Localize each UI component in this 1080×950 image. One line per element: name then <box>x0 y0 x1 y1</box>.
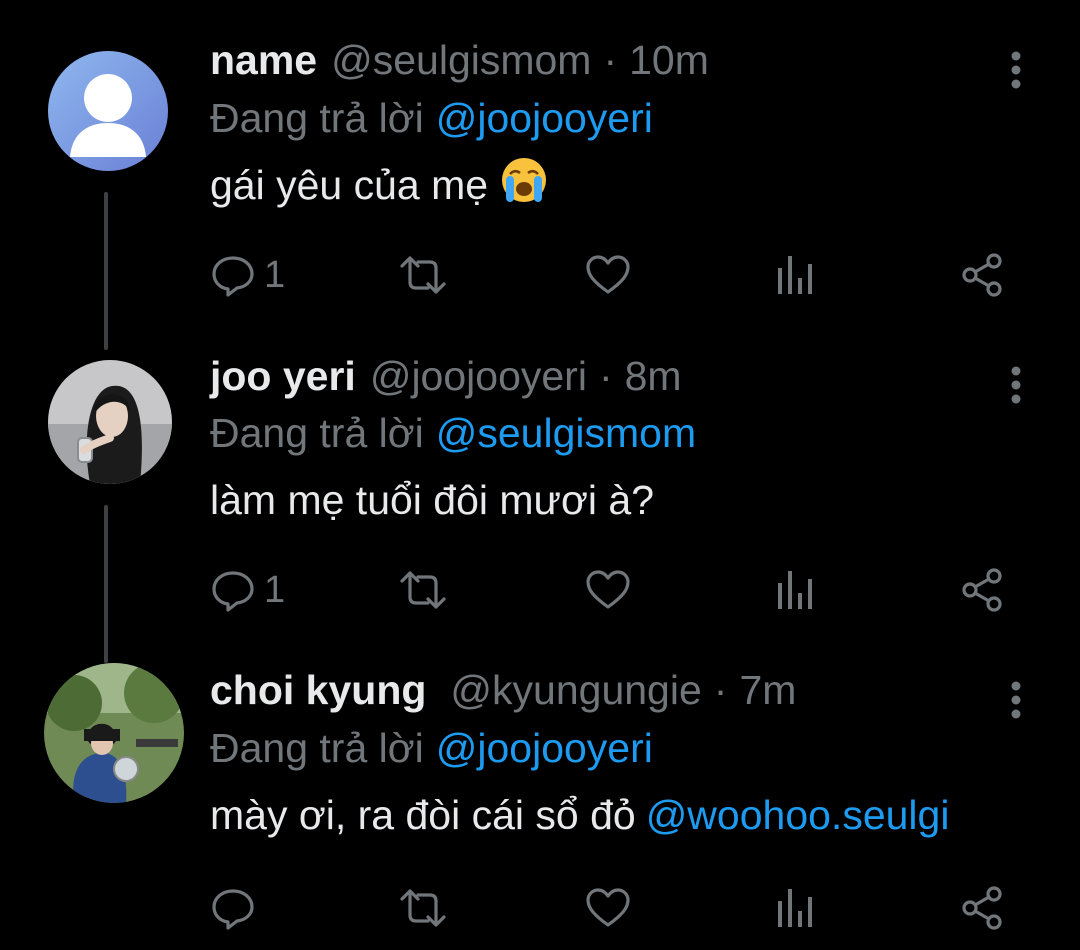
separator: · <box>598 352 613 399</box>
analytics-icon <box>778 256 812 294</box>
more-options-button[interactable] <box>996 48 1036 92</box>
tweet-text: mày ơi, ra đòi cái sổ đỏ @woohoo.seulgi <box>210 785 949 845</box>
retweet-button[interactable] <box>398 245 448 305</box>
timestamp[interactable]: 7m <box>739 667 796 714</box>
tweet-actions: 1 <box>210 560 1040 620</box>
more-options-button[interactable] <box>996 363 1036 407</box>
share-icon <box>962 568 1002 612</box>
user-handle[interactable]: @seulgismom <box>331 37 591 84</box>
more-icon <box>1011 51 1021 89</box>
share-button[interactable] <box>960 560 1006 620</box>
reply-icon <box>212 571 254 612</box>
tweet-text: gái yêu của mẹ <box>210 155 548 215</box>
avatar[interactable] <box>44 663 184 803</box>
loudly-crying-face-icon <box>500 156 548 214</box>
reply-to-mention[interactable]: @joojooyeri <box>436 95 653 142</box>
retweet-button[interactable] <box>398 878 448 938</box>
tweet-actions <box>210 878 1040 938</box>
display-name[interactable]: joo yeri <box>210 353 356 400</box>
tweet-text: làm mẹ tuổi đôi mươi à? <box>210 470 654 530</box>
reply-count: 1 <box>264 253 286 296</box>
analytics-icon <box>778 889 812 927</box>
retweet-icon <box>400 571 446 609</box>
tweet[interactable]: joo yeri @joojooyeri · 8m Đang trả lời @… <box>0 345 1080 645</box>
replying-to: Đang trả lời @joojooyeri <box>210 718 653 778</box>
share-icon <box>962 253 1002 297</box>
replying-to-label: Đang trả lời <box>210 94 424 141</box>
display-name[interactable]: choi kyung <box>210 667 426 714</box>
reply-to-mention[interactable]: @joojooyeri <box>436 725 653 772</box>
avatar[interactable] <box>48 51 168 171</box>
text-mention[interactable]: @woohoo.seulgi <box>646 792 950 839</box>
reply-icon <box>212 256 254 297</box>
reply-count: 1 <box>264 568 286 611</box>
analytics-button[interactable] <box>776 878 816 938</box>
replying-to-label: Đang trả lời <box>210 724 424 771</box>
like-button[interactable] <box>584 878 632 938</box>
display-name[interactable]: name <box>210 37 317 84</box>
share-button[interactable] <box>960 245 1006 305</box>
reply-button[interactable]: 1 <box>210 560 285 620</box>
like-icon <box>586 255 630 294</box>
tweet-header: joo yeri @joojooyeri · 8m <box>210 346 682 406</box>
default-avatar-icon <box>48 51 168 171</box>
tweet-header: choi kyung @kyungungie · 7m <box>210 660 796 720</box>
timestamp[interactable]: 8m <box>625 353 682 400</box>
user-handle[interactable]: @joojooyeri <box>370 353 587 400</box>
reply-button[interactable]: 1 <box>210 245 285 305</box>
tweet-header: name @seulgismom · 10m <box>210 30 709 90</box>
tweet-actions: 1 <box>210 245 1040 305</box>
more-icon <box>1011 681 1021 719</box>
user-photo-icon <box>48 360 172 484</box>
user-handle[interactable]: @kyungungie <box>450 667 701 714</box>
analytics-icon <box>778 571 812 609</box>
tweet-text-content: gái yêu của mẹ <box>210 161 489 208</box>
analytics-button[interactable] <box>776 245 816 305</box>
like-button[interactable] <box>584 245 632 305</box>
timestamp[interactable]: 10m <box>629 37 709 84</box>
separator: · <box>603 36 618 83</box>
share-icon <box>962 886 1002 930</box>
separator: · <box>713 666 728 713</box>
like-icon <box>586 570 630 609</box>
reply-button[interactable] <box>210 878 264 938</box>
tweet-text-content: làm mẹ tuổi đôi mươi à? <box>210 476 654 523</box>
tweet[interactable]: choi kyung @kyungungie · 7m Đang trả lời… <box>0 660 1080 950</box>
replying-to: Đang trả lời @seulgismom <box>210 403 696 463</box>
avatar[interactable] <box>48 360 172 484</box>
retweet-icon <box>400 256 446 294</box>
reply-icon <box>212 889 254 930</box>
analytics-button[interactable] <box>776 560 816 620</box>
more-icon <box>1011 366 1021 404</box>
tweet-text-content: mày ơi, ra đòi cái sổ đỏ <box>210 791 636 838</box>
share-button[interactable] <box>960 878 1006 938</box>
like-icon <box>586 888 630 927</box>
retweet-button[interactable] <box>398 560 448 620</box>
user-photo-icon <box>44 663 184 803</box>
like-button[interactable] <box>584 560 632 620</box>
reply-to-mention[interactable]: @seulgismom <box>436 410 696 457</box>
retweet-icon <box>400 889 446 927</box>
more-options-button[interactable] <box>996 678 1036 722</box>
replying-to: Đang trả lời @joojooyeri <box>210 88 653 148</box>
tweet[interactable]: name @seulgismom · 10m Đang trả lời @joo… <box>0 30 1080 330</box>
replying-to-label: Đang trả lời <box>210 409 424 456</box>
